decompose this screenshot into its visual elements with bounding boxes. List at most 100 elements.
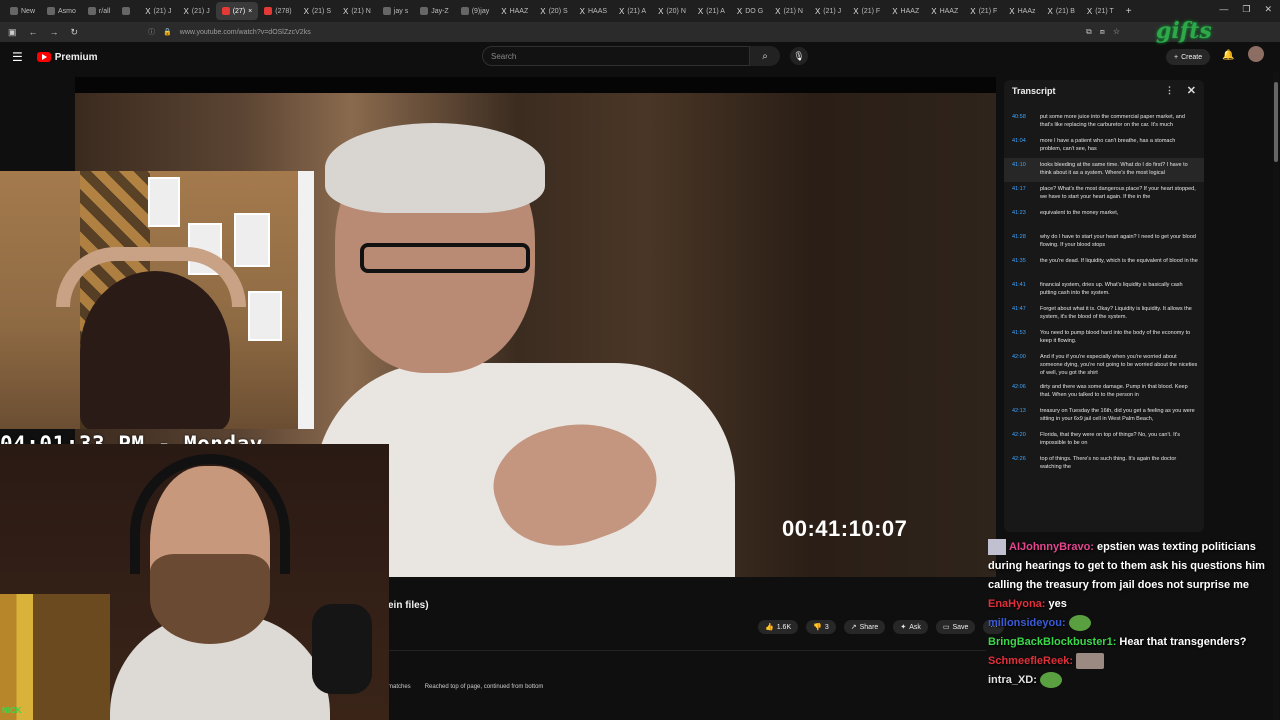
browser-tab[interactable]: X (21) J <box>139 2 177 20</box>
url-field[interactable]: ⓘ 🔒 www.youtube.com/watch?v=dOSlZzcV2ks <box>148 27 311 37</box>
browser-tab[interactable]: X (21) B <box>1042 2 1081 20</box>
browser-tab[interactable]: X (21) A <box>692 2 731 20</box>
chat-username[interactable]: millonsideyou: <box>988 617 1066 629</box>
menu-icon[interactable]: ☰ <box>12 50 23 64</box>
browser-tab[interactable]: New <box>4 2 41 20</box>
dislike-button[interactable]: 👎 3 <box>806 620 836 634</box>
screenshot-icon[interactable]: ⧉ <box>1086 27 1092 37</box>
browser-tab[interactable]: X (21) S <box>298 2 337 20</box>
tab-label: (21) N <box>783 7 803 15</box>
sidebar-toggle-icon[interactable]: ▣ <box>8 27 17 38</box>
transcript-segment[interactable]: 41:23 equivalent to the money market, <box>1004 206 1204 230</box>
scrollbar-thumb[interactable] <box>1274 82 1278 162</box>
browser-tab[interactable]: X HAAZ <box>495 2 534 20</box>
transcript-segment[interactable]: 42:26 top of things. There's no such thin… <box>1004 452 1204 476</box>
segment-timestamp[interactable]: 41:47 <box>1012 305 1040 323</box>
transcript-segment[interactable]: 41:28 why do I have to start your heart a… <box>1004 230 1204 254</box>
back-icon[interactable]: ← <box>29 27 38 38</box>
browser-tab[interactable]: (278) <box>258 2 297 20</box>
site-info-icon[interactable]: ⓘ <box>148 27 155 37</box>
tab-label: (9)jay <box>471 7 490 15</box>
browser-tab[interactable]: r/all <box>82 2 116 20</box>
close-icon[interactable]: ✕ <box>1187 84 1196 97</box>
more-vert-icon[interactable]: ⋮ <box>1165 85 1174 96</box>
browser-tab[interactable]: X (21) F <box>847 2 886 20</box>
door-frame <box>298 171 314 429</box>
close-window-icon[interactable]: ✕ <box>1264 4 1272 15</box>
chat-username[interactable]: SchmeefleReek: <box>988 655 1073 667</box>
streamer-body <box>80 271 230 429</box>
chat-username[interactable]: BringBackBlockbuster1: <box>988 636 1116 648</box>
segment-timestamp[interactable]: 40:58 <box>1012 113 1040 131</box>
chat-username[interactable]: EnaHyona: <box>988 598 1045 610</box>
segment-timestamp[interactable]: 41:41 <box>1012 281 1040 299</box>
browser-tab[interactable]: X HAAZ <box>886 2 925 20</box>
browser-tab[interactable]: (27) × <box>215 2 259 20</box>
browser-tab[interactable]: X (21) T <box>1081 2 1120 20</box>
browser-tab[interactable]: X (21) N <box>769 2 809 20</box>
browser-tab[interactable] <box>116 2 139 20</box>
segment-timestamp[interactable]: 41:04 <box>1012 137 1040 155</box>
minimize-icon[interactable]: — <box>1219 4 1228 15</box>
transcript-segment[interactable]: 41:04 more I have a patient who can't bre… <box>1004 134 1204 158</box>
youtube-logo[interactable]: Premium <box>36 52 98 63</box>
chat-username[interactable]: AIJohnnyBravo: <box>1009 541 1094 553</box>
forward-icon[interactable]: → <box>50 27 59 38</box>
extensions-icon[interactable]: ⧈ <box>1100 27 1105 37</box>
browser-tab[interactable]: X HAAz <box>1003 2 1041 20</box>
transcript-segment[interactable]: 41:53 You need to pump blood hard into th… <box>1004 326 1204 350</box>
browser-tab[interactable]: X DO G <box>731 2 769 20</box>
search-input[interactable]: Search <box>482 46 750 66</box>
transcript-segment[interactable]: 40:58 put some more juice into the commer… <box>1004 110 1204 134</box>
browser-tab[interactable]: X (21) N <box>337 2 377 20</box>
segment-timestamp[interactable]: 41:35 <box>1012 257 1040 275</box>
transcript-segment[interactable]: 41:47 Forget about what it is. Okay? Liqu… <box>1004 302 1204 326</box>
segment-timestamp[interactable]: 42:13 <box>1012 407 1040 425</box>
maximize-icon[interactable]: ❐ <box>1242 4 1250 15</box>
segment-timestamp[interactable]: 41:17 <box>1012 185 1040 203</box>
new-tab-icon[interactable]: + <box>1126 6 1132 17</box>
save-button[interactable]: ▭ Save <box>935 620 976 634</box>
transcript-segment[interactable]: 42:13 treasury on Tuesday the 16th, did y… <box>1004 404 1204 428</box>
segment-timestamp[interactable]: 42:06 <box>1012 383 1040 401</box>
create-button[interactable]: + Create <box>1166 49 1211 65</box>
segment-timestamp[interactable]: 42:00 <box>1012 353 1040 377</box>
browser-tab[interactable]: X (21) A <box>613 2 652 20</box>
browser-tab[interactable]: Asmo <box>41 2 82 20</box>
chat-username[interactable]: intra_XD: <box>988 674 1037 686</box>
voice-search-button[interactable]: 🎙 <box>790 47 808 65</box>
segment-timestamp[interactable]: 41:10 <box>1012 161 1040 179</box>
avatar[interactable] <box>1248 46 1264 62</box>
like-button[interactable]: 👍 1.6K <box>758 620 799 634</box>
browser-tab[interactable]: Jay-Z <box>414 2 455 20</box>
transcript-segment[interactable]: 42:20 Florida, that they were on top of t… <box>1004 428 1204 452</box>
transcript-segment[interactable]: 41:41 financial system, dries up. What's … <box>1004 278 1204 302</box>
transcript-segment[interactable]: 42:06 dirty and there was some damage. Pu… <box>1004 380 1204 404</box>
browser-tab[interactable]: (9)jay <box>455 2 496 20</box>
transcript-segment[interactable]: 42:00 And if you if you're especially whe… <box>1004 350 1204 380</box>
browser-tab[interactable]: X HAAS <box>574 2 613 20</box>
bookmark-icon[interactable]: ☆ <box>1113 27 1120 37</box>
browser-tab[interactable]: X (21) F <box>964 2 1003 20</box>
browser-tab[interactable]: X (21) J <box>809 2 847 20</box>
share-button[interactable]: ↗ Share <box>843 620 886 634</box>
browser-tab[interactable]: X (21) J <box>177 2 215 20</box>
segment-timestamp[interactable]: 41:28 <box>1012 233 1040 251</box>
segment-timestamp[interactable]: 41:53 <box>1012 329 1040 347</box>
notifications-icon[interactable]: 🔔 <box>1222 50 1234 61</box>
segment-timestamp[interactable]: 41:23 <box>1012 209 1040 227</box>
transcript-segment[interactable]: 41:10 looks bleeding at the same time. Wh… <box>1004 158 1204 182</box>
search-button[interactable]: ⌕ <box>750 46 780 66</box>
ask-button[interactable]: ✦ Ask <box>893 620 928 634</box>
reload-icon[interactable]: ↻ <box>71 27 79 38</box>
browser-tab[interactable]: jay s <box>377 2 414 20</box>
close-tab-icon[interactable]: × <box>248 8 252 15</box>
browser-tab[interactable]: X (20) S <box>534 2 573 20</box>
browser-tab[interactable]: X HAAZ <box>925 2 964 20</box>
segment-timestamp[interactable]: 42:26 <box>1012 455 1040 473</box>
transcript-segment[interactable]: 41:35 the you're dead. If liquidity, whic… <box>1004 254 1204 278</box>
microphone-icon: 🎙 <box>793 50 805 61</box>
transcript-segment[interactable]: 41:17 place? What's the most dangerous pl… <box>1004 182 1204 206</box>
segment-timestamp[interactable]: 42:20 <box>1012 431 1040 449</box>
browser-tab[interactable]: X (20) N <box>652 2 692 20</box>
